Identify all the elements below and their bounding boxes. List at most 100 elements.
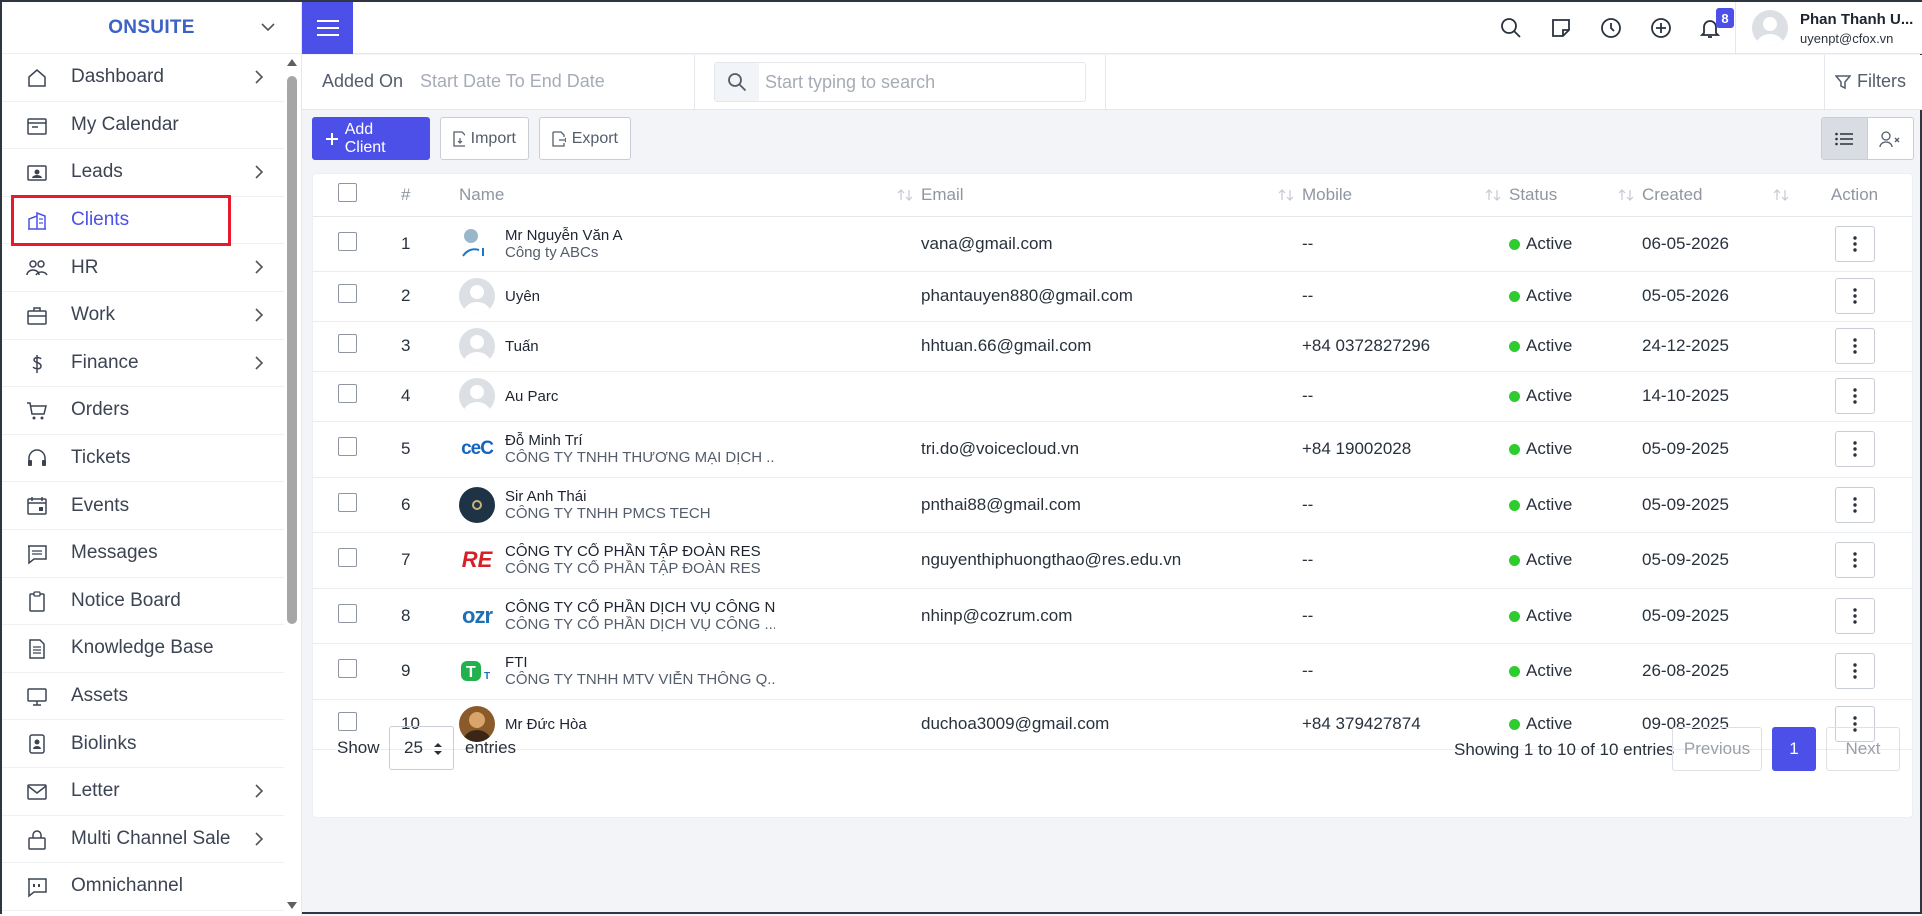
row-checkbox[interactable] — [338, 384, 357, 403]
table-row[interactable]: 2 Uyên phantauyen880@gmail.com -- Active 05-0… — [313, 271, 1912, 322]
table-row[interactable]: 3 Tuấn hhtuan.66@gmail.com +84 0372827296 Ac… — [313, 321, 1912, 372]
client-name[interactable]: Sir Anh Thái — [505, 488, 711, 505]
sidebar-item-hr[interactable]: HR — [2, 244, 284, 292]
clock-icon[interactable] — [1600, 17, 1622, 39]
sidebar-item-letter[interactable]: Letter — [2, 768, 284, 816]
client-name-block[interactable]: RE CÔNG TY CỔ PHẦN TẬP ĐOÀN RES CÔNG TY CỔ… — [459, 542, 921, 578]
previous-page-button[interactable]: Previous — [1672, 727, 1762, 771]
sidebar-item-finance[interactable]: Finance — [2, 340, 284, 388]
sidebar-item-omnichannel[interactable]: Omnichannel — [2, 863, 284, 911]
user-avatar[interactable] — [1752, 10, 1788, 46]
sidebar-item-knowledge-base[interactable]: Knowledge Base — [2, 625, 284, 673]
add-client-button[interactable]: Add Client — [312, 117, 430, 160]
row-checkbox[interactable] — [338, 334, 357, 353]
row-checkbox[interactable] — [338, 284, 357, 303]
row-checkbox[interactable] — [338, 492, 357, 512]
row-actions-button[interactable] — [1834, 225, 1875, 262]
column-header-mobile[interactable]: Mobile — [1302, 174, 1509, 217]
sidebar-item-notice-board[interactable]: Notice Board — [2, 578, 284, 626]
chevron-right-icon[interactable] — [252, 355, 266, 371]
sidebar-item-tickets[interactable]: Tickets — [2, 435, 284, 483]
user-name[interactable]: Phan Thanh U... — [1800, 11, 1913, 28]
chevron-down-icon[interactable] — [259, 18, 277, 36]
client-name-block[interactable]: ceC Đỗ Minh Trí CÔNG TY TNHH THƯƠNG MẠI DỊ… — [459, 431, 921, 467]
table-row[interactable]: 6 Sir Anh Thái CÔNG TY TNHH PMCS TECH pntha… — [313, 477, 1912, 533]
brand-header[interactable]: ONSUITE — [2, 2, 301, 54]
chevron-right-icon[interactable] — [252, 164, 266, 180]
row-actions-button[interactable] — [1834, 328, 1875, 364]
column-header-email[interactable]: Email — [921, 174, 1302, 217]
client-name[interactable]: Au Parc — [505, 388, 558, 405]
page-size-select[interactable]: 25 — [389, 726, 454, 770]
filters-button[interactable]: Filters — [1835, 71, 1906, 92]
row-actions-button[interactable] — [1834, 278, 1875, 314]
user-remove-view-button[interactable] — [1868, 118, 1914, 159]
chevron-right-icon[interactable] — [252, 259, 266, 275]
chevron-right-icon[interactable] — [252, 831, 266, 847]
sort-icon[interactable] — [897, 188, 913, 202]
client-name-block[interactable]: Mr Nguyễn Văn A Công ty ABCs — [459, 225, 921, 262]
row-actions-button[interactable] — [1834, 378, 1875, 414]
row-checkbox[interactable] — [338, 659, 357, 678]
next-page-button[interactable]: Next — [1826, 727, 1900, 771]
sidebar-item-leads[interactable]: Leads — [2, 149, 284, 197]
table-row[interactable]: 4 Au Parc -- Active 14-10-2025 — [313, 371, 1912, 422]
sidebar-item-multi-channel-sale[interactable]: Multi Channel Sale — [2, 816, 284, 864]
row-checkbox[interactable] — [338, 231, 357, 251]
sidebar-item-clients[interactable]: Clients — [2, 197, 284, 245]
column-header-status[interactable]: Status — [1509, 174, 1642, 217]
search-icon[interactable] — [1500, 17, 1522, 39]
client-name[interactable]: Đỗ Minh Trí — [505, 432, 775, 449]
client-name[interactable]: CÔNG TY CỔ PHẦN TẬP ĐOÀN RES — [505, 543, 761, 560]
sort-icon[interactable] — [1485, 188, 1501, 202]
client-name-block[interactable]: Sir Anh Thái CÔNG TY TNHH PMCS TECH — [459, 486, 921, 523]
sticky-note-icon[interactable] — [1550, 17, 1572, 39]
sidebar-item-events[interactable]: Events — [2, 482, 284, 530]
table-row[interactable]: 8 ozr CÔNG TY CỔ PHẦN DỊCH VỤ CÔNG NG CÔNG … — [313, 588, 1912, 644]
client-name[interactable]: Tuấn — [505, 338, 539, 355]
client-name[interactable]: CÔNG TY CỔ PHẦN DỊCH VỤ CÔNG NG — [505, 599, 775, 616]
sidebar-item-biolinks[interactable]: Biolinks — [2, 720, 284, 768]
table-row[interactable]: 9 T T FTI CÔNG TY TNHH MTV VIỄN THÔNG Q... --… — [313, 643, 1912, 700]
column-header-created[interactable]: Created — [1642, 174, 1797, 217]
sidebar-item-dashboard[interactable]: Dashboard — [2, 54, 284, 102]
table-row[interactable]: 7 RE CÔNG TY CỔ PHẦN TẬP ĐOÀN RES CÔNG TY C… — [313, 532, 1912, 589]
select-all-checkbox[interactable] — [338, 182, 357, 202]
chevron-right-icon[interactable] — [252, 783, 266, 799]
row-checkbox[interactable] — [338, 437, 357, 456]
scroll-down-arrow-icon[interactable] — [287, 902, 297, 910]
client-name[interactable]: Mr Nguyễn Văn A — [505, 227, 623, 244]
client-name-block[interactable]: Au Parc — [459, 378, 921, 414]
chevron-right-icon[interactable] — [252, 69, 266, 85]
sidebar-item-my-calendar[interactable]: My Calendar — [2, 102, 284, 150]
row-actions-button[interactable] — [1834, 486, 1875, 523]
chevron-right-icon[interactable] — [252, 307, 266, 323]
sort-icon[interactable] — [1278, 188, 1294, 202]
client-name-block[interactable]: Uyên — [459, 278, 921, 314]
sort-icon[interactable] — [1618, 188, 1634, 202]
page-1-button[interactable]: 1 — [1772, 727, 1816, 771]
search-input[interactable] — [765, 72, 1065, 93]
sort-icon[interactable] — [1773, 188, 1789, 202]
sidebar-item-work[interactable]: Work — [2, 292, 284, 340]
sidebar-scrollbar-thumb[interactable] — [287, 76, 297, 624]
list-view-button[interactable] — [1822, 118, 1868, 159]
row-checkbox[interactable] — [338, 548, 357, 567]
table-row[interactable]: 1 Mr Nguyễn Văn A Công ty ABCs vana@gmail.c… — [313, 216, 1912, 272]
export-button[interactable]: Export — [539, 117, 631, 160]
client-name[interactable]: Uyên — [505, 288, 540, 305]
table-row[interactable]: 5 ceC Đỗ Minh Trí CÔNG TY TNHH THƯƠNG MẠI D… — [313, 421, 1912, 478]
row-checkbox[interactable] — [338, 603, 357, 623]
client-name-block[interactable]: ozr CÔNG TY CỔ PHẦN DỊCH VỤ CÔNG NG CÔNG T… — [459, 597, 921, 634]
sidebar-item-orders[interactable]: Orders — [2, 387, 284, 435]
row-actions-button[interactable] — [1834, 542, 1875, 578]
row-actions-button[interactable] — [1834, 597, 1875, 634]
sidebar-item-assets[interactable]: Assets — [2, 673, 284, 721]
menu-toggle-button[interactable] — [302, 2, 353, 54]
date-range-picker[interactable]: Start Date To End Date — [420, 71, 605, 92]
row-actions-button[interactable] — [1834, 431, 1875, 467]
plus-circle-icon[interactable] — [1650, 17, 1672, 39]
sidebar-item-messages[interactable]: Messages — [2, 530, 284, 578]
client-name-block[interactable]: Tuấn — [459, 328, 921, 364]
column-header-name[interactable]: Name — [447, 174, 921, 217]
